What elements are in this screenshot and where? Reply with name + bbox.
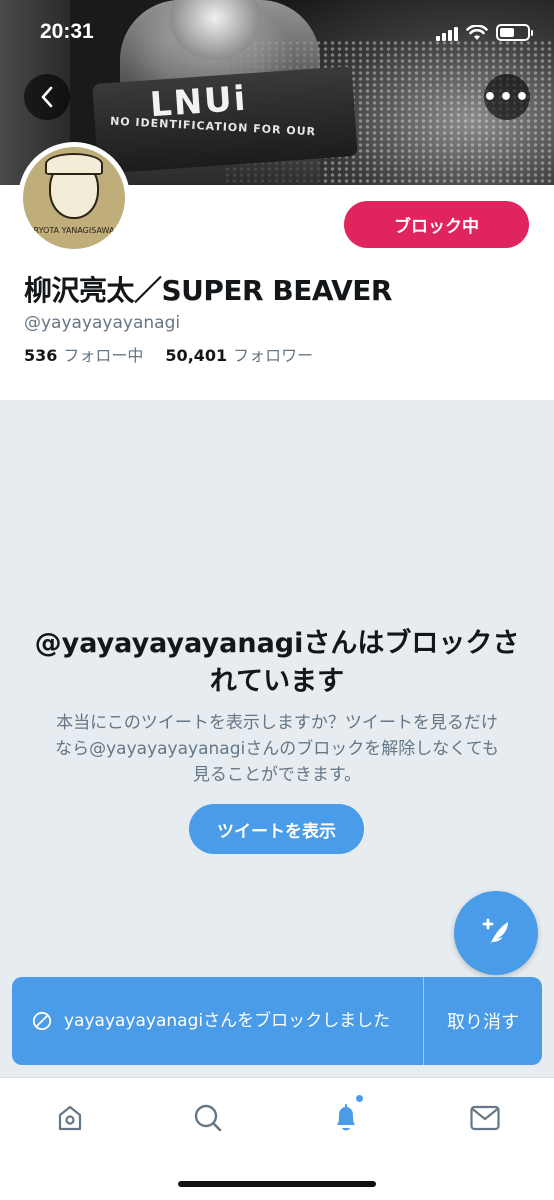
banner-figure-head [170, 0, 260, 60]
toast-message-area: yayayayayanagiさんをブロックしました [12, 977, 423, 1065]
followers-label[interactable]: フォロワー [233, 342, 313, 366]
blocked-icon [32, 1011, 52, 1031]
compose-tweet-icon [482, 918, 508, 945]
battery-icon [496, 24, 533, 41]
following-label[interactable]: フォロー中 [63, 342, 143, 366]
tab-messages[interactable] [465, 1098, 505, 1138]
notifications-icon [337, 1104, 355, 1131]
tab-search[interactable] [188, 1098, 228, 1138]
avatar-signature: RYOTA YANAGISAWA [33, 226, 115, 235]
tab-notifications[interactable] [326, 1094, 366, 1138]
status-time: 20:31 [40, 20, 94, 43]
compose-tweet-button[interactable] [454, 891, 538, 975]
undo-block-button[interactable]: 取り消す [424, 977, 542, 1065]
notification-badge [355, 1094, 364, 1103]
following-count[interactable]: 536 [24, 346, 57, 365]
blocking-button[interactable]: ブロック中 [344, 201, 529, 248]
avatar[interactable]: RYOTA YANAGISAWA [18, 142, 130, 254]
profile-handle: @yayayayayanagi [24, 313, 181, 333]
avatar-cap [45, 153, 103, 175]
avatar-illustration: RYOTA YANAGISAWA [23, 147, 125, 249]
home-icon [58, 1105, 82, 1131]
cellular-signal-icon [436, 25, 458, 41]
chevron-left-icon [41, 86, 53, 108]
search-icon [194, 1104, 222, 1132]
followers-count[interactable]: 50,401 [165, 346, 227, 365]
more-options-button[interactable]: ••• [482, 74, 532, 120]
wifi-icon [466, 24, 488, 40]
block-confirmation-toast: yayayayayanagiさんをブロックしました 取り消す [12, 977, 542, 1065]
blocked-description: 本当にこのツイートを表示しますか？ツイートを見るだけなら@yayayayayan… [55, 713, 499, 785]
back-button[interactable] [24, 74, 70, 120]
display-name: 柳沢亮太／SUPER BEAVER [24, 274, 392, 307]
home-indicator[interactable] [178, 1181, 376, 1187]
ellipsis-icon: ••• [482, 84, 532, 110]
toast-message: yayayayayanagiさんをブロックしました [64, 1011, 391, 1031]
status-icons [436, 24, 533, 41]
tab-home[interactable] [50, 1098, 90, 1138]
view-tweets-button[interactable]: ツイートを表示 [189, 804, 364, 854]
messages-icon [470, 1105, 500, 1131]
blocked-title: @yayayayayanagiさんはブロックされています [34, 628, 520, 697]
follow-stats: 536 フォロー中 50,401 フォロワー [24, 342, 313, 366]
